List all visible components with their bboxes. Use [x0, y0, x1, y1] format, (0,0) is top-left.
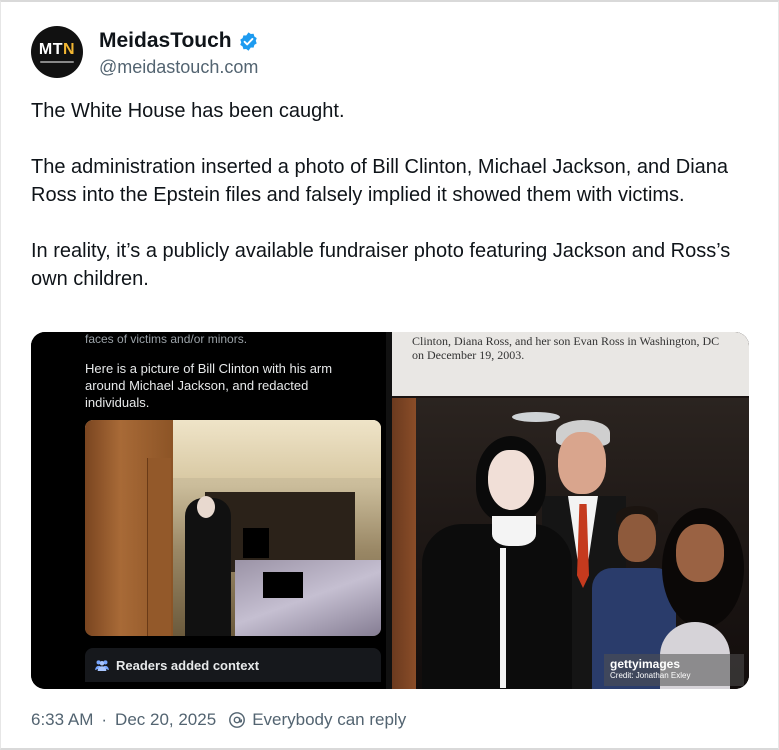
reply-setting[interactable]: Everybody can reply	[252, 710, 406, 730]
post-card: MTN MeidasTouch @meidastouch.com The Whi…	[0, 0, 779, 750]
tweet-paragraph: The White House has been caught.	[31, 100, 345, 122]
screenshot-cut-line: faces of victims and/or minors.	[85, 332, 248, 346]
avatar-logo-underline	[40, 60, 74, 63]
getty-caption: Clinton, Diana Ross, and her son Evan Ro…	[412, 334, 720, 362]
tweet-text: The White House has been caught. The adm…	[31, 97, 761, 293]
redaction-box	[243, 528, 269, 558]
avatar[interactable]: MTN	[31, 26, 83, 78]
getty-photo: gettyimages Credit: Jonathan Exley	[392, 398, 749, 689]
verified-badge-icon	[239, 31, 257, 51]
globe-at-icon	[229, 712, 246, 728]
screenshot-photo	[85, 420, 381, 636]
getty-watermark: gettyimages Credit: Jonathan Exley	[604, 654, 744, 686]
author-handle[interactable]: @meidastouch.com	[99, 57, 258, 78]
post-meta: 6:33 AM · Dec 20, 2025 Everybody can rep…	[31, 710, 406, 730]
getty-caption-bar: Clinton, Diana Ross, and her son Evan Ro…	[392, 332, 749, 396]
post-time[interactable]: 6:33 AM	[31, 710, 93, 730]
readers-people-icon	[95, 660, 109, 671]
getty-watermark-brand: gettyimages	[610, 657, 681, 671]
avatar-logo-accent: N	[63, 40, 76, 58]
meta-separator: ·	[101, 710, 108, 729]
tweet-paragraph: The administration inserted a photo of B…	[31, 156, 729, 206]
screenshot-post-text: Here is a picture of Bill Clinton with h…	[85, 361, 333, 410]
redaction-box	[263, 572, 303, 598]
getty-watermark-credit: Credit: Jonathan Exley	[610, 671, 691, 680]
post-date[interactable]: Dec 20, 2025	[115, 710, 216, 730]
tweet-paragraph: In reality, it’s a publicly available fu…	[31, 240, 731, 290]
media-image-getty[interactable]: Clinton, Diana Ross, and her son Evan Ro…	[392, 332, 749, 689]
readers-context-banner[interactable]: Readers added context	[85, 648, 381, 682]
author-display-name[interactable]: MeidasTouch	[99, 29, 232, 53]
avatar-logo-text: MT	[38, 40, 64, 58]
media-grid: faces of victims and/or minors. Here is …	[31, 332, 749, 689]
author-name-row: MeidasTouch	[99, 29, 259, 53]
readers-context-label: Readers added context	[116, 657, 260, 673]
media-image-screenshot[interactable]: faces of victims and/or minors. Here is …	[31, 332, 386, 689]
